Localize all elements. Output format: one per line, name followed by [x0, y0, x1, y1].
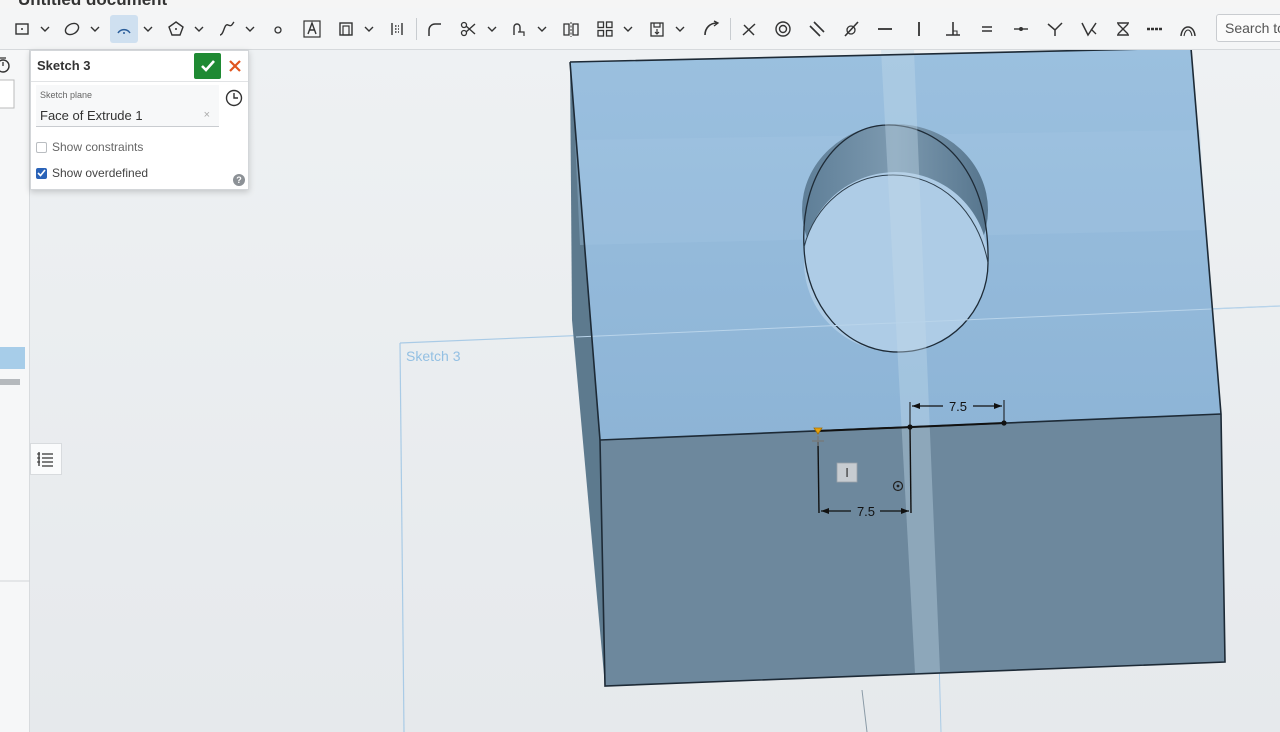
sketch-point-dot: [896, 484, 900, 488]
fillet-icon[interactable]: [422, 15, 446, 43]
coincident-icon[interactable]: [737, 15, 761, 43]
perpendicular-icon[interactable]: [941, 15, 965, 43]
pattern-menu-caret[interactable]: [622, 15, 634, 43]
concentric-icon[interactable]: [771, 15, 795, 43]
tangent-arc-icon[interactable]: [699, 15, 723, 43]
stopwatch-icon[interactable]: [0, 57, 10, 73]
dialog-divider: [31, 81, 248, 82]
checkbox-check-icon: [37, 169, 46, 177]
fix-icon[interactable]: [1143, 15, 1167, 43]
pattern-icon[interactable]: [593, 15, 617, 43]
show-constraints-option[interactable]: Show constraints: [36, 139, 143, 155]
show-overdefined-label: Show overdefined: [52, 166, 149, 180]
list-icon: [37, 452, 53, 467]
sketch-line-vertical[interactable]: [909, 426, 912, 514]
checkmark-icon: [200, 60, 215, 72]
feature-list-strip: [0, 50, 30, 732]
document-title[interactable]: Untitled document: [18, 0, 167, 8]
pierce-icon[interactable]: [1077, 15, 1101, 43]
dimension-top-value[interactable]: 7.5: [949, 399, 967, 414]
linear-pattern-icon[interactable]: [385, 15, 409, 43]
search-tools-placeholder: Search to: [1225, 20, 1280, 36]
sketch-endpoint[interactable]: [907, 424, 913, 430]
midpoint-icon[interactable]: [1009, 15, 1033, 43]
spline-menu-caret[interactable]: [244, 15, 256, 43]
show-constraints-checkbox[interactable]: [36, 141, 47, 153]
search-tools-input[interactable]: Search to: [1216, 14, 1280, 42]
sketch-toolbar: Search to: [0, 8, 1280, 50]
offset-menu-caret[interactable]: [536, 15, 548, 43]
title-strip: Untitled document: [0, 0, 1280, 8]
show-overdefined-checkbox[interactable]: [36, 167, 47, 179]
dimension-bottom-value[interactable]: 7.5: [857, 504, 875, 519]
rectangle-icon[interactable]: [10, 15, 34, 43]
text-icon[interactable]: [300, 15, 324, 43]
sketch-dialog: Sketch 3 Sketch plane Face of Extrude 1 …: [30, 50, 249, 190]
accept-button[interactable]: [194, 53, 221, 79]
arc-menu-caret[interactable]: [142, 15, 154, 43]
trim-menu-caret[interactable]: [486, 15, 498, 43]
arc-icon[interactable]: [110, 15, 138, 43]
history-button[interactable]: [223, 87, 245, 109]
cancel-button[interactable]: [224, 53, 246, 79]
feature-scroll-indicator[interactable]: [0, 379, 20, 385]
sketch-endpoint[interactable]: [1001, 420, 1007, 426]
use-menu-caret[interactable]: [674, 15, 686, 43]
offset-icon[interactable]: [507, 15, 531, 43]
trim-icon[interactable]: [456, 15, 480, 43]
feature-input-stub[interactable]: [0, 79, 15, 109]
polygon-menu-caret[interactable]: [193, 15, 205, 43]
sketch-line-vertical-left[interactable]: [817, 441, 820, 514]
parallel-icon[interactable]: [805, 15, 829, 43]
ellipse-icon[interactable]: [60, 15, 84, 43]
horizontal-icon[interactable]: [873, 15, 897, 43]
sketch-plane-field[interactable]: Sketch plane Face of Extrude 1 ×: [36, 85, 219, 127]
clock-icon: [225, 89, 243, 107]
clear-plane-button[interactable]: ×: [204, 109, 210, 121]
toolbar-separator: [730, 18, 731, 40]
vertical-icon[interactable]: [907, 15, 931, 43]
point-icon[interactable]: [266, 15, 290, 43]
mirror-icon[interactable]: [559, 15, 583, 43]
spline-icon[interactable]: [215, 15, 239, 43]
polygon-icon[interactable]: [164, 15, 188, 43]
sketch-plane-value: Face of Extrude 1: [40, 108, 143, 123]
selected-feature-highlight[interactable]: [0, 347, 25, 369]
construction-icon[interactable]: [334, 15, 358, 43]
sketch-plane-label-text: Sketch plane: [40, 90, 93, 100]
show-constraints-label: Show constraints: [52, 140, 144, 154]
normal-icon[interactable]: [1043, 15, 1067, 43]
show-overdefined-option[interactable]: Show overdefined: [36, 165, 148, 181]
equal-icon[interactable]: [975, 15, 999, 43]
symmetric-icon[interactable]: [1111, 15, 1135, 43]
curvature-icon[interactable]: [1176, 15, 1200, 43]
toolbar-separator: [416, 18, 417, 40]
sketch-plane-label[interactable]: Sketch 3: [406, 348, 461, 364]
sketch-dialog-title[interactable]: Sketch 3: [37, 58, 90, 73]
help-icon[interactable]: ?: [233, 174, 245, 186]
rectangle-menu-caret[interactable]: [39, 15, 51, 43]
ellipse-menu-caret[interactable]: [89, 15, 101, 43]
vertical-constraint-glyph: I: [845, 465, 849, 480]
parts-list-button[interactable]: [30, 443, 62, 475]
onshape-app: Untitled document: [0, 0, 1280, 732]
use-icon[interactable]: [645, 15, 669, 43]
construction-menu-caret[interactable]: [363, 15, 375, 43]
close-icon: [229, 60, 241, 72]
tangent-icon[interactable]: [839, 15, 863, 43]
